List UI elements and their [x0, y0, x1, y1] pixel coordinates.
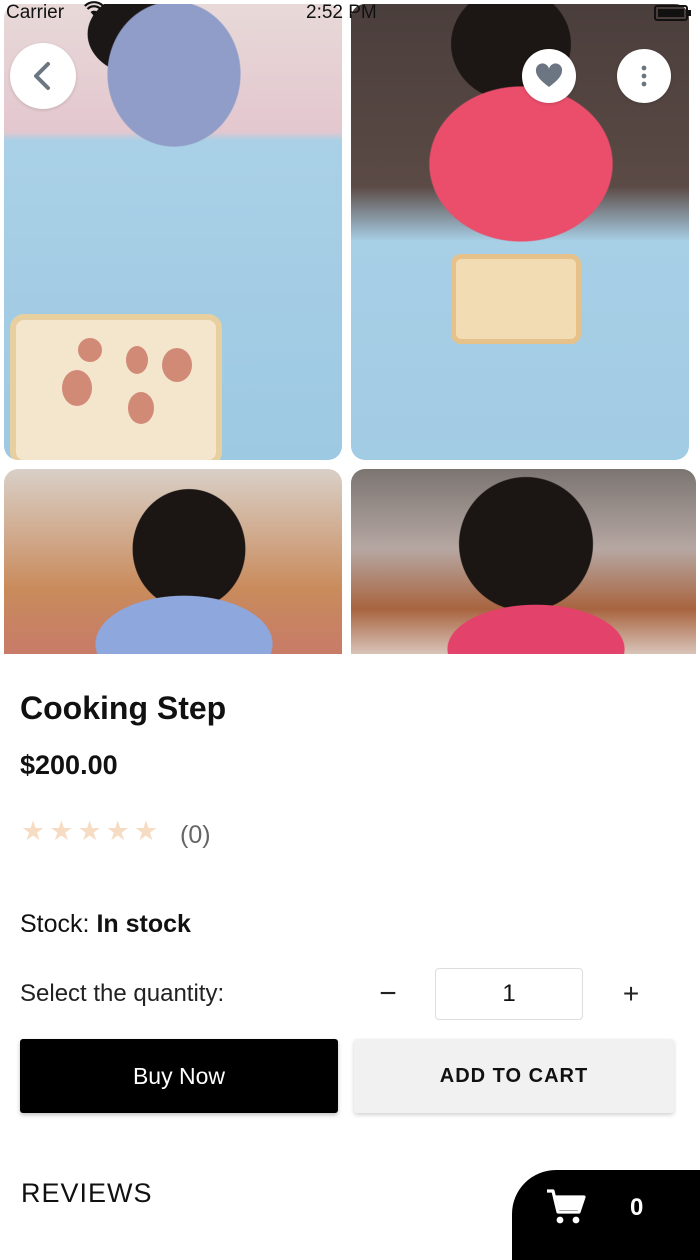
add-to-cart-button[interactable]: ADD TO CART: [354, 1039, 674, 1113]
rating-count: (0): [180, 821, 211, 849]
rating-stars[interactable]: ★ ★ ★ ★ ★: [21, 818, 158, 845]
status-time: 2:52 PM: [306, 2, 377, 23]
star-icon[interactable]: ★: [49, 818, 73, 845]
status-bar: Carrier 2:52 PM: [0, 0, 700, 26]
favorite-button[interactable]: [522, 49, 576, 103]
stock-value: In stock: [96, 910, 191, 938]
quantity-decrease-button[interactable]: −: [372, 975, 404, 1013]
wifi-icon: [84, 1, 104, 23]
stock-status: Stock: In stock: [20, 910, 191, 939]
product-price: $200.00: [20, 750, 118, 780]
buy-now-button[interactable]: Buy Now: [20, 1039, 338, 1113]
more-options-button[interactable]: [617, 49, 671, 103]
product-gallery: [0, 0, 700, 654]
reviews-heading: REVIEWS: [21, 1178, 153, 1208]
star-icon[interactable]: ★: [134, 818, 158, 845]
carrier-label: Carrier: [6, 2, 65, 23]
more-icon: [641, 65, 647, 87]
cart-button[interactable]: 0: [512, 1170, 700, 1260]
quantity-increase-button[interactable]: +: [615, 975, 647, 1013]
cart-icon: [547, 1189, 586, 1224]
star-icon[interactable]: ★: [106, 818, 130, 845]
star-icon[interactable]: ★: [77, 818, 101, 845]
cart-count: 0: [630, 1194, 644, 1221]
back-icon: [34, 62, 50, 90]
product-title: Cooking Step: [20, 690, 227, 726]
quantity-label: Select the quantity:: [20, 980, 225, 1007]
heart-icon: [535, 63, 563, 87]
star-icon[interactable]: ★: [21, 818, 45, 845]
product-photo-3[interactable]: [4, 469, 342, 654]
product-photo-4[interactable]: [351, 469, 696, 654]
battery-icon: [654, 5, 691, 21]
stock-label: Stock:: [20, 910, 90, 938]
back-button[interactable]: [10, 43, 76, 109]
quantity-input[interactable]: [435, 968, 583, 1020]
